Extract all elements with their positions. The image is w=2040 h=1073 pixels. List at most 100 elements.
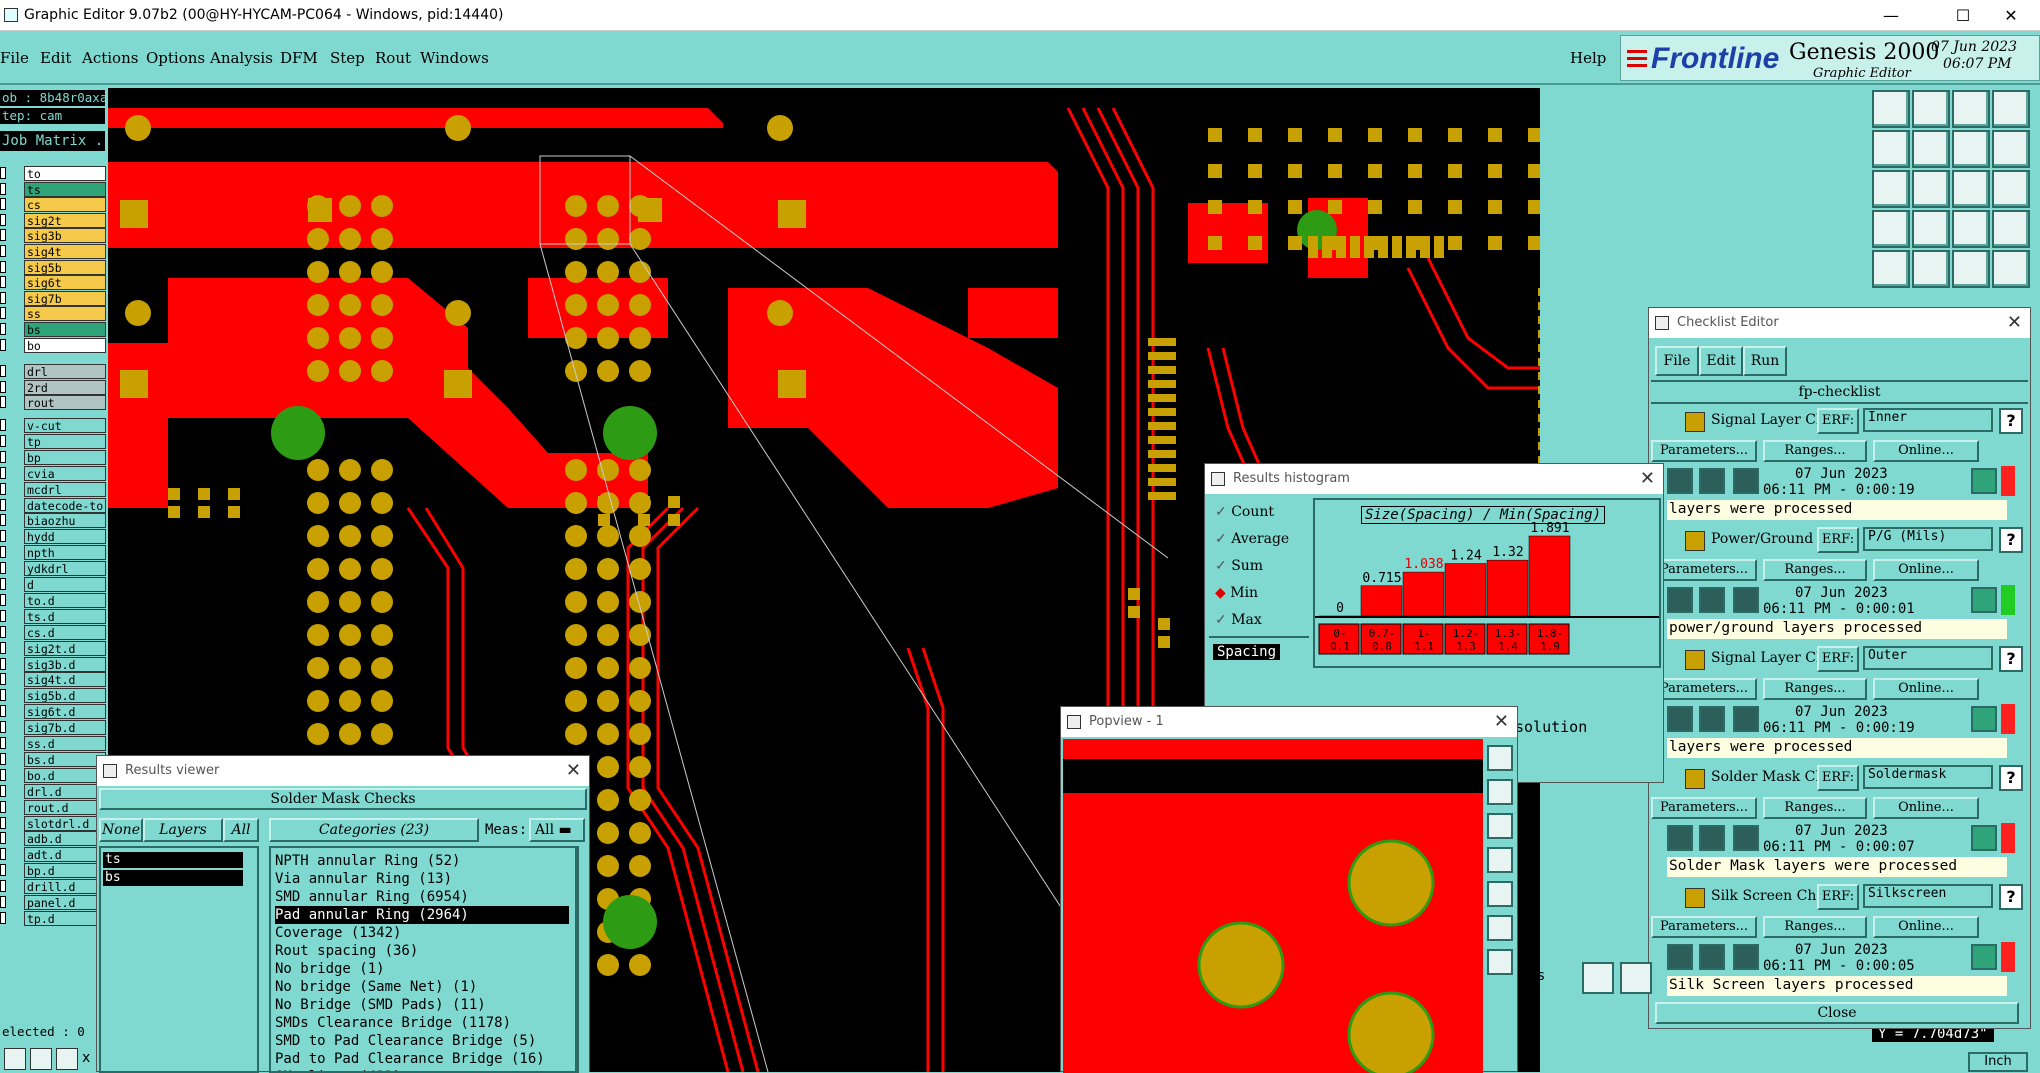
layer-checkbox[interactable] [0, 291, 6, 304]
layer-row[interactable]: adt.d [0, 847, 108, 863]
show-icon[interactable] [1699, 587, 1725, 613]
tool-icon-16[interactable] [1992, 210, 2030, 248]
layer-row[interactable]: biaozhu [0, 513, 108, 529]
layers-none-button[interactable]: None [99, 818, 143, 842]
layer-row[interactable]: sig7b [0, 290, 108, 306]
category-item[interactable]: NPTH annular Ring (52) [275, 852, 460, 870]
erf-value[interactable]: Inner [1863, 408, 1993, 432]
layer-checkbox[interactable] [0, 213, 6, 226]
checklist-menu-edit[interactable]: Edit [1699, 346, 1743, 376]
layer-row[interactable]: cs [0, 197, 108, 213]
layer-row[interactable]: slotdrl.d [0, 815, 108, 831]
layer-checkbox[interactable] [0, 864, 6, 877]
category-item[interactable]: Coverage (1342) [275, 924, 401, 942]
layer-row[interactable]: rout.d [0, 799, 108, 815]
layer-checkbox[interactable] [0, 396, 6, 409]
report-icon[interactable] [1733, 944, 1759, 970]
layer-checkbox[interactable] [0, 721, 6, 734]
layer-checkbox[interactable] [0, 498, 6, 511]
histogram-icon-b[interactable] [1620, 962, 1652, 994]
tool-icon-6[interactable] [1912, 130, 1950, 168]
checklist-close-button[interactable]: Close [1655, 1002, 2019, 1024]
layer-checkbox[interactable] [0, 578, 6, 590]
layer-row[interactable]: hydd [0, 529, 108, 545]
attr-spacing[interactable]: Spacing [1213, 644, 1281, 660]
check-name[interactable]: Silk Screen Che [1711, 888, 1825, 904]
menu-step[interactable]: Step [330, 49, 365, 67]
layer-checkbox[interactable] [0, 167, 6, 179]
layer-row[interactable]: ss.d [0, 736, 108, 751]
show-icon[interactable] [1699, 468, 1725, 494]
popview-tool-3[interactable] [1487, 813, 1513, 839]
layer-checkbox[interactable] [0, 880, 6, 893]
layer-row[interactable]: sig2t [0, 212, 108, 228]
grid-tool-icon[interactable] [4, 1048, 26, 1070]
results-viewer-close-icon[interactable]: ✕ [566, 756, 581, 786]
layer-checkbox[interactable] [0, 482, 6, 495]
tool-icon-17[interactable] [1872, 250, 1910, 288]
menu-actions[interactable]: Actions [82, 49, 138, 67]
report-icon[interactable] [1733, 706, 1759, 732]
zoom-icon[interactable] [1971, 587, 1997, 613]
popview-tool-5[interactable] [1487, 881, 1513, 907]
histogram-icon-a[interactable] [1582, 962, 1614, 994]
tool-icon-7[interactable] [1952, 130, 1990, 168]
layer-row[interactable]: drill.d [0, 879, 108, 895]
tool-icon-12[interactable] [1992, 170, 2030, 208]
parameters-button[interactable]: Parameters... [1651, 916, 1757, 938]
layer-row[interactable]: drl [0, 364, 108, 379]
option-sum[interactable]: ✓ Sum [1215, 558, 1263, 574]
layer-item-ts[interactable]: ts [103, 852, 243, 868]
meas-select[interactable]: All ▬ [529, 818, 585, 842]
erf-value[interactable]: Outer [1863, 646, 1993, 670]
erf-value[interactable]: P/G (Mils) [1863, 527, 1993, 551]
checklist-close-icon[interactable]: ✕ [2007, 308, 2022, 338]
layer-checkbox[interactable] [0, 657, 6, 670]
category-item[interactable]: No bridge (Same Net) (1) [275, 978, 477, 996]
category-item[interactable]: SM sliver (422) [275, 1068, 401, 1071]
help-icon[interactable]: ? [1999, 527, 2023, 553]
category-item[interactable]: SMDs Clearance Bridge (1178) [275, 1014, 511, 1032]
popview-tool-7[interactable] [1487, 949, 1513, 975]
tool-icon-10[interactable] [1912, 170, 1950, 208]
report-icon[interactable] [1733, 587, 1759, 613]
layer-row[interactable]: sig4t.d [0, 672, 108, 688]
help-icon[interactable]: ? [1999, 646, 2023, 672]
menu-analysis[interactable]: Analysis [210, 49, 273, 67]
layer-checkbox[interactable] [0, 911, 6, 924]
tool-icon-3[interactable] [1952, 90, 1990, 128]
tool-icon-8[interactable] [1992, 130, 2030, 168]
layer-checkbox[interactable] [0, 530, 6, 543]
ranges-button[interactable]: Ranges... [1763, 916, 1867, 938]
help-icon[interactable]: ? [1999, 884, 2023, 910]
histogram-bar[interactable] [1402, 571, 1445, 617]
layer-row[interactable]: 2rd [0, 379, 108, 395]
online-button[interactable]: Online... [1873, 678, 1979, 700]
layer-row[interactable]: npth [0, 545, 108, 561]
layer-row[interactable]: sig5b.d [0, 688, 108, 704]
tool-icon-1[interactable] [1872, 90, 1910, 128]
popview-canvas[interactable] [1063, 739, 1483, 1073]
x-tool-icon[interactable]: x [82, 1050, 90, 1066]
layer-row[interactable]: bs.d [0, 751, 108, 767]
tool-icon-14[interactable] [1912, 210, 1950, 248]
layer-row[interactable]: mcdrl [0, 481, 108, 497]
category-item[interactable]: Pad to Pad Clearance Bridge (16) [275, 1050, 545, 1068]
layer-row[interactable]: bp.d [0, 863, 108, 879]
layer-row[interactable]: cvia [0, 465, 108, 481]
layer-row[interactable]: bo.d [0, 767, 108, 783]
layer-checkbox[interactable] [0, 768, 6, 781]
online-button[interactable]: Online... [1873, 916, 1979, 938]
tool-icon-4[interactable] [1992, 90, 2030, 128]
run-icon[interactable] [1667, 468, 1693, 494]
category-item[interactable]: No bridge (1) [275, 960, 385, 978]
layer-checkbox[interactable] [0, 419, 6, 431]
menu-rout[interactable]: Rout [375, 49, 411, 67]
online-button[interactable]: Online... [1873, 797, 1979, 819]
layer-checkbox[interactable] [0, 896, 6, 908]
cut-tool-icon[interactable] [30, 1048, 52, 1070]
results-viewer-header[interactable]: Solder Mask Checks [99, 788, 587, 810]
run-icon[interactable] [1667, 825, 1693, 851]
ranges-button[interactable]: Ranges... [1763, 440, 1867, 462]
option-max[interactable]: ✓ Max [1215, 612, 1262, 628]
